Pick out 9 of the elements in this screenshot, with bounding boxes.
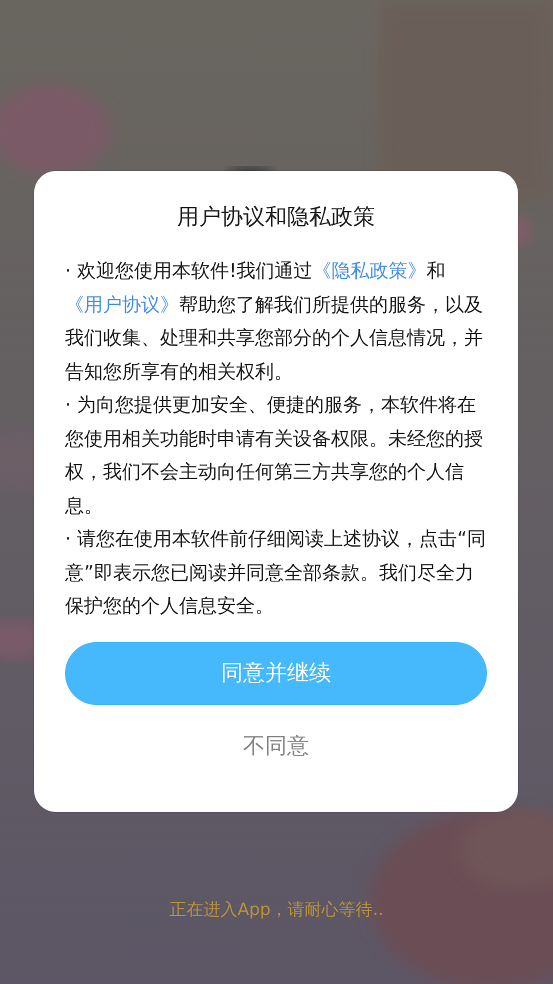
policy-link[interactable]: 《隐私政策》 — [312, 260, 427, 282]
paragraph: · 为向您提供更加安全、便捷的服务，本软件将在您使用相关功能时申请有关设备权限。未经您的授权，我们不会主动向任何第三方共享您的个人信息。 — [65, 393, 484, 518]
policy-link[interactable]: 《用户协议》 — [65, 294, 179, 316]
dialog-title: 用户协议和隐私政策 — [176, 204, 376, 232]
paragraph: · 欢迎您使用本软件!我们通过《隐私政策》和 《用户协议》帮助您了解我们所提供的服务，以及我们收集、处理和共享您部分的个人信息情况，并告知您所享有的相关权利。 — [65, 259, 484, 384]
disagree-button[interactable]: 不同意 — [231, 722, 321, 768]
paragraph: · 请您在使用本软件前仔细阅读上述协议，点击“同意”即表示您已阅读并同意全部条款。我们尽全力保护您的个人信息安全。 — [65, 527, 487, 619]
loading-text: 正在进入App，请耐心等待.. — [168, 899, 385, 921]
agree-button[interactable]: 同意并继续 — [65, 642, 487, 704]
